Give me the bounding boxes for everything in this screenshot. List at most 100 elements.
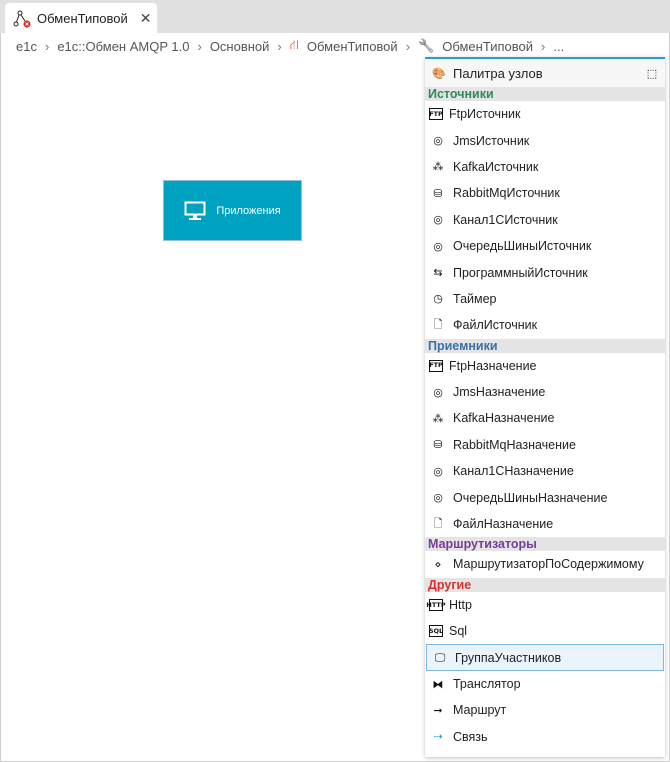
node-type-icon: ◷ — [433, 292, 443, 306]
breadcrumb-item[interactable]: ОбменТиповой — [442, 39, 533, 54]
palette-item[interactable]: ◎ Канал1СНазначение — [425, 458, 665, 484]
palette-item-label: JmsНазначение — [453, 385, 546, 400]
palette-item[interactable]: FTP FtpНазначение — [425, 353, 665, 379]
node-type-icon: 🗋 — [433, 317, 443, 331]
palette-item[interactable]: HTTP Http — [425, 592, 665, 618]
palette-item-label: FtpНазначение — [449, 358, 537, 373]
node-type-icon: ◎ — [433, 134, 443, 148]
graph-error-icon — [13, 10, 31, 27]
palette-section-header: Приемники — [425, 338, 665, 353]
breadcrumb-item[interactable]: ОбменТиповой — [307, 39, 398, 54]
palette-item[interactable]: ◷ Таймер — [425, 286, 665, 312]
palette-section-header: Другие — [425, 577, 665, 592]
palette-item-label: Http — [449, 597, 472, 612]
palette-item[interactable]: ⛁ RabbitMqНазначение — [425, 432, 665, 458]
node-type-icon: ◎ — [433, 491, 443, 505]
node-type-icon: FTP — [429, 359, 443, 372]
palette-item-label: KafkaИсточник — [453, 159, 539, 174]
palette-item[interactable]: ➞ Маршрут — [425, 697, 665, 723]
palette-item-label: Маршрут — [453, 703, 507, 718]
node-palette: 🎨 Палитра узлов ⬚ Источники FTP FtpИсточни… — [425, 57, 665, 757]
node-type-icon: ⁂ — [432, 411, 444, 425]
node-type-icon: ◎ — [433, 213, 443, 227]
canvas-node-prilozheniya[interactable]: Приложения — [163, 180, 302, 241]
node-type-icon: ⁂ — [432, 160, 444, 174]
node-type-icon: ➞ — [433, 703, 443, 717]
palette-item[interactable]: 🗋 ФайлНазначение — [425, 511, 665, 537]
palette-item-label: Sql — [449, 624, 468, 639]
close-icon[interactable]: ✕ — [140, 10, 152, 27]
palette-item[interactable]: ⧓ Транслятор — [425, 671, 665, 697]
node-type-icon: ◎ — [433, 239, 443, 253]
palette-item[interactable]: ⋄ МаршрутизаторПоСодержимому — [425, 551, 665, 577]
palette-item[interactable]: ◎ JmsНазначение — [425, 379, 665, 405]
palette-item-label: МаршрутизаторПоСодержимому — [453, 557, 644, 572]
node-type-icon: 🖵 — [434, 650, 446, 664]
tab-label: ОбменТиповой — [37, 11, 128, 26]
node-type-icon: ⋄ — [434, 557, 442, 571]
palette-item-label: ФайлИсточник — [453, 318, 538, 333]
breadcrumb-item[interactable]: ... — [553, 39, 564, 54]
node-type-icon: HTTP — [426, 598, 446, 611]
node-label: Приложения — [216, 204, 281, 217]
chevron-right-icon: › — [541, 38, 546, 54]
palette-item[interactable]: SQL Sql — [425, 618, 665, 644]
palette-item[interactable]: ⁂ KafkaИсточник — [425, 154, 665, 180]
chevron-right-icon: › — [277, 38, 282, 54]
palette-item[interactable]: 🗋 ФайлИсточник — [425, 312, 665, 338]
node-type-icon: ⇢ — [433, 730, 443, 744]
palette-item-label: Транслятор — [453, 677, 521, 691]
palette-item[interactable]: ◎ JmsИсточник — [425, 127, 665, 153]
palette-item-label: JmsИсточник — [453, 133, 530, 148]
palette-item[interactable]: ◎ Канал1СИсточник — [425, 207, 665, 233]
chevron-right-icon: › — [197, 38, 202, 54]
node-type-icon: ⧓ — [432, 677, 444, 691]
monitor-icon — [184, 201, 206, 220]
node-type-icon: ◎ — [433, 464, 443, 478]
palette-section-header: Источники — [425, 87, 665, 101]
palette-item-label: ПрограммныйИсточник — [453, 265, 588, 280]
breadcrumb-item[interactable]: e1c::Обмен AMQP 1.0 — [57, 39, 189, 54]
tab-bar: ОбменТиповой ✕ — [0, 0, 670, 34]
palette-item[interactable]: ◎ ОчередьШиныИсточник — [425, 233, 665, 259]
palette-item-label: Таймер — [453, 291, 497, 306]
tab-obmen-tipovoy[interactable]: ОбменТиповой ✕ — [5, 3, 157, 34]
node-type-icon: ⛁ — [433, 438, 443, 452]
breadcrumb: e1c › e1c::Обмен AMQP 1.0 › Основной › ⛙ ОбменТ… — [16, 37, 564, 55]
wrench-icon: 🔧 — [418, 38, 435, 53]
palette-item[interactable]: ⁂ KafkaНазначение — [425, 405, 665, 431]
palette-item[interactable]: ⇆ ПрограммныйИсточник — [425, 259, 665, 285]
chevron-right-icon: › — [44, 38, 50, 54]
palette-item-label: RabbitMqИсточник — [453, 186, 560, 201]
palette-item-label: ОчередьШиныНазначение — [453, 490, 608, 505]
palette-item-label: KafkaНазначение — [453, 411, 555, 426]
node-type-icon: SQL — [429, 625, 443, 638]
chevron-right-icon: › — [405, 38, 411, 54]
palette-item-label: ФайлНазначение — [453, 517, 554, 532]
breadcrumb-item[interactable]: Основной — [210, 39, 270, 54]
palette-item[interactable]: ⇢ Связь — [425, 724, 665, 750]
palette-item-label: Связь — [453, 729, 488, 744]
palette-item-label: Канал1СНазначение — [453, 464, 574, 479]
palette-section-header: Маршрутизаторы — [425, 537, 665, 552]
palette-icon: 🎨 — [432, 66, 446, 80]
breadcrumb-item[interactable]: e1c — [16, 39, 37, 54]
node-type-icon: FTP — [429, 108, 443, 121]
palette-item-label: ГруппаУчастников — [455, 650, 562, 665]
palette-item[interactable]: 🖵 ГруппаУчастников — [426, 644, 664, 671]
palette-item[interactable]: ◎ ОчередьШиныНазначение — [425, 484, 665, 510]
palette-header: 🎨 Палитра узлов ⬚ — [425, 59, 665, 87]
node-type-icon: ⇆ — [433, 266, 443, 280]
palette-item-label: RabbitMqНазначение — [453, 437, 576, 452]
palette-item[interactable]: ⛁ RabbitMqИсточник — [425, 180, 665, 206]
node-type-icon: 🗋 — [433, 516, 443, 530]
flow-icon: ⛙ — [289, 37, 299, 52]
select-pointer-icon[interactable]: ⬚ — [643, 65, 661, 81]
node-type-icon: ⛁ — [433, 186, 443, 200]
node-type-icon: ◎ — [433, 385, 443, 399]
palette-item-label: Канал1СИсточник — [453, 212, 558, 227]
palette-item-label: FtpИсточник — [449, 107, 521, 122]
palette-title: Палитра узлов — [453, 65, 543, 81]
palette-item[interactable]: FTP FtpИсточник — [425, 101, 665, 127]
palette-item-label: ОчередьШиныИсточник — [453, 239, 592, 254]
